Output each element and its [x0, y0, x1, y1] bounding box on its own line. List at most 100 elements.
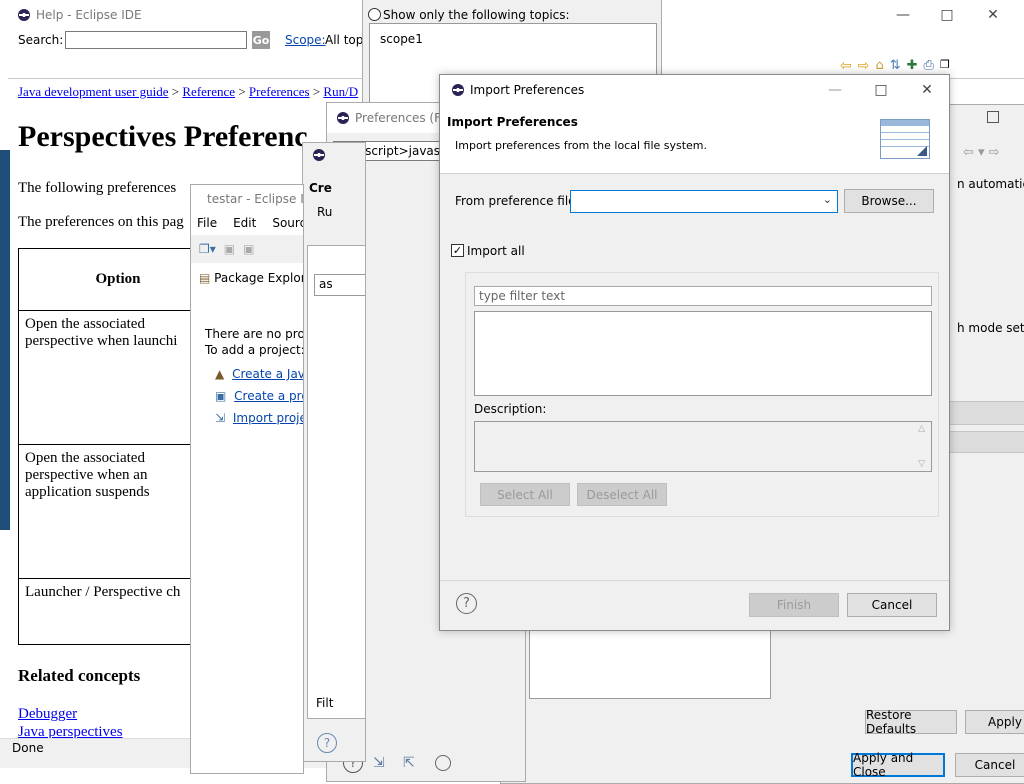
import-all-checkbox[interactable]: ✓	[451, 244, 464, 257]
bookmark-icon[interactable]: ✚	[907, 58, 918, 74]
page-title: Perspectives Preferenc	[18, 120, 308, 153]
record-icon[interactable]	[435, 755, 451, 771]
minimize-icon[interactable]: —	[880, 0, 926, 30]
prefs-filter-title: Preferences (Filt	[355, 111, 452, 125]
from-file-combo[interactable]: ⌄	[570, 190, 838, 213]
to-add-text: To add a project:	[205, 343, 304, 357]
finish-button[interactable]: Finish	[749, 593, 839, 617]
table-cell-text: Open the associated perspective when lau…	[25, 316, 178, 349]
import-banner-icon	[880, 119, 930, 159]
testar-title: testar - Eclipse I	[207, 192, 304, 206]
filter-input[interactable]: type filter text	[474, 286, 932, 306]
preferences-tree[interactable]	[474, 311, 932, 396]
import-cancel-button[interactable]: Cancel	[847, 593, 937, 617]
apply-and-close-button[interactable]: Apply and Close	[851, 751, 945, 779]
prefs-text-mode: h mode set. Se	[957, 321, 1024, 335]
create-title: Cre	[309, 181, 332, 195]
close-icon[interactable]: ✕	[970, 0, 1016, 30]
import-project-icon: ⇲	[215, 411, 226, 425]
go-label: Go	[252, 33, 270, 47]
menu-source[interactable]: Source	[272, 216, 303, 230]
tree-item-scope1[interactable]: scope1	[380, 32, 423, 46]
import-minimize-icon[interactable]: —	[812, 75, 858, 105]
create-help-icon[interactable]: ?	[317, 733, 337, 753]
scope-value: All topi	[325, 33, 367, 47]
testar-window: testar - Eclipse I File Edit Source ❐▾ ▣…	[190, 184, 304, 774]
import-icon[interactable]: ⇲	[373, 755, 385, 771]
deselect-all-button[interactable]: Deselect All	[577, 483, 667, 506]
prefs-list-area[interactable]	[529, 625, 771, 699]
breadcrumb-link-run[interactable]: Run/D	[323, 84, 358, 99]
breadcrumb: Java development user guide > Reference …	[18, 84, 359, 99]
prefs-nav-icons: ⇦ ▾ ⇨	[963, 145, 1000, 160]
create-project-link-row[interactable]: ▣ Create a proj	[215, 389, 303, 403]
select-all-button[interactable]: Select All	[480, 483, 570, 506]
maximize-icon[interactable]: □	[924, 0, 970, 30]
import-project-link-row[interactable]: ⇲ Import proje	[215, 411, 303, 425]
home-icon[interactable]: ⌂	[875, 58, 883, 74]
chevron-down-icon[interactable]: ⌄	[823, 193, 832, 206]
create-window-icon	[313, 149, 325, 164]
prefs-bar	[947, 401, 1024, 425]
create-java-link-row[interactable]: ▲ Create a Java	[215, 367, 303, 381]
related-link-debugger[interactable]: Debugger	[18, 706, 77, 723]
import-help-icon[interactable]: ?	[456, 593, 477, 614]
print-icon[interactable]: ⎙	[924, 58, 934, 74]
create-sub: Ru	[317, 205, 333, 219]
breadcrumb-link-reference[interactable]: Reference	[182, 84, 235, 99]
menu-file[interactable]: File	[197, 216, 217, 230]
sync-toc-icon[interactable]: ⇅	[890, 58, 901, 74]
browse-label: Browse...	[861, 194, 917, 208]
desktop-strip	[0, 150, 10, 530]
show-only-label: Show only the following topics:	[383, 8, 570, 22]
table-header-text: Option	[95, 271, 141, 287]
show-only-radio[interactable]	[368, 8, 381, 21]
project-icon: ▣	[215, 389, 227, 403]
apply-label: Apply	[988, 715, 1022, 729]
prefs-bar	[947, 431, 1024, 453]
restore-defaults-button[interactable]: Restore Defaults	[865, 708, 957, 736]
save-all-icon[interactable]: ▣	[243, 242, 254, 256]
help-toolbar: ⇦ ⇨ ⌂ ⇅ ✚ ⎙ ❐	[840, 58, 950, 74]
table-row: Open the associated perspective when an …	[18, 444, 218, 579]
go-button[interactable]: Go	[252, 31, 270, 49]
import-cancel-label: Cancel	[871, 598, 913, 612]
import-close-icon[interactable]: ✕	[904, 75, 949, 105]
create-filter-label: Filt	[316, 696, 334, 710]
back-arrow-icon[interactable]: ⇦	[840, 58, 852, 74]
scope-link[interactable]: Scope:	[285, 33, 326, 47]
description-area[interactable]: △ ▽	[474, 421, 932, 472]
testar-toolbar: ❐▾ ▣ ▣	[191, 235, 303, 263]
prefs-cancel-button[interactable]: Cancel	[955, 753, 1024, 777]
package-explorer-tab[interactable]: ▤ Package Explore	[199, 271, 304, 285]
apply-button[interactable]: Apply	[965, 710, 1024, 734]
browse-button[interactable]: Browse...	[844, 189, 934, 213]
forward-arrow-icon[interactable]: ⇨	[858, 58, 870, 74]
import-project-link[interactable]: Import proje	[233, 411, 303, 425]
save-icon[interactable]: ▣	[224, 242, 235, 256]
export-icon[interactable]: ⇱	[403, 755, 415, 771]
package-explorer-title: Package Explore	[214, 271, 304, 285]
no-projects-text: There are no projec	[205, 327, 304, 341]
scroll-down-icon[interactable]: ▽	[918, 459, 925, 469]
prefs-close-square-icon[interactable]	[987, 111, 999, 123]
import-maximize-icon[interactable]: □	[858, 75, 904, 105]
scroll-up-icon[interactable]: △	[918, 424, 925, 434]
help-window-title: Help - Eclipse IDE	[36, 8, 142, 22]
create-input[interactable]: as	[314, 274, 365, 296]
create-project-link[interactable]: Create a proj	[234, 389, 303, 403]
prefs-cancel-label: Cancel	[974, 758, 1016, 772]
package-explorer-icon: ▤	[199, 271, 211, 285]
new-icon[interactable]: ❐▾	[199, 242, 216, 256]
filter-placeholder: type filter text	[479, 289, 566, 303]
create-panel: as Filt	[307, 245, 365, 719]
search-input[interactable]	[65, 31, 247, 49]
create-java-link[interactable]: Create a Java	[232, 367, 303, 381]
breadcrumb-link-preferences[interactable]: Preferences	[249, 84, 310, 99]
table-row: Open the associated perspective when lau…	[18, 310, 218, 445]
maximize-view-icon[interactable]: ❐	[940, 58, 950, 74]
menu-edit[interactable]: Edit	[233, 216, 256, 230]
import-preferences-dialog: Import Preferences — □ ✕ Import Preferen…	[439, 74, 950, 631]
breadcrumb-link-guide[interactable]: Java development user guide	[18, 84, 169, 99]
table-row: Launcher / Perspective ch	[18, 578, 218, 645]
